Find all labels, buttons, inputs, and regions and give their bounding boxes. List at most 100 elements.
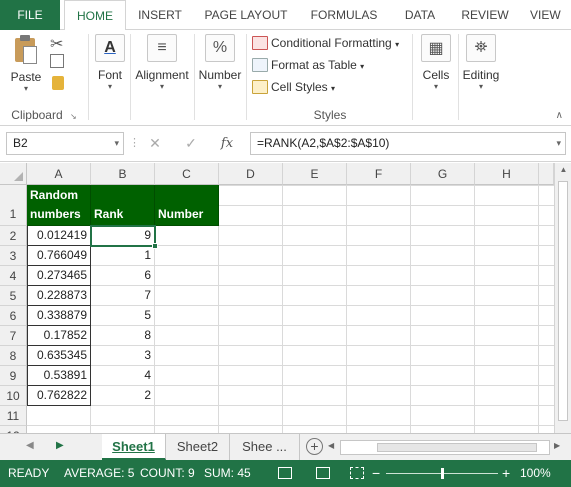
scroll-up-icon[interactable]: ▲ <box>555 165 571 174</box>
row-header-3[interactable]: 3 <box>0 246 27 266</box>
tab-view[interactable]: VIEW <box>524 0 571 30</box>
cell-b3[interactable]: 1 <box>91 246 155 266</box>
column-header-d[interactable]: D <box>219 163 283 185</box>
cell-b9[interactable]: 4 <box>91 366 155 386</box>
column-header-g[interactable]: G <box>411 163 475 185</box>
horizontal-scrollbar[interactable] <box>340 440 550 455</box>
cell-a1[interactable]: Random numbers <box>27 185 91 226</box>
formula-input[interactable]: =RANK(A2,$A$2:$A$10) ▾ <box>250 132 566 155</box>
cell-a2[interactable]: 0.012419 <box>27 226 91 246</box>
editing-button[interactable]: ⛯ Editing ▾ <box>460 34 502 92</box>
cell-c9[interactable] <box>155 366 219 386</box>
next-sheet-icon[interactable]: ▶ <box>56 440 64 451</box>
name-box[interactable]: B2 ▾ <box>6 132 124 155</box>
format-painter-icon[interactable] <box>52 76 64 90</box>
cell-a8[interactable]: 0.635345 <box>27 346 91 366</box>
cell-a10[interactable]: 0.762822 <box>27 386 91 406</box>
font-button[interactable]: A Font ▾ <box>92 34 128 92</box>
cell-b6[interactable]: 5 <box>91 306 155 326</box>
cell-c7[interactable] <box>155 326 219 346</box>
cell-a9[interactable]: 0.53891 <box>27 366 91 386</box>
row-header-6[interactable]: 6 <box>0 306 27 326</box>
number-button[interactable]: % Number ▾ <box>196 34 244 92</box>
cell-a3[interactable]: 0.766049 <box>27 246 91 266</box>
column-header-f[interactable]: F <box>347 163 411 185</box>
dialog-launcher-icon[interactable]: ↘ <box>70 112 77 121</box>
column-header-c[interactable]: C <box>155 163 219 185</box>
row-header-8[interactable]: 8 <box>0 346 27 366</box>
cell-b5[interactable]: 7 <box>91 286 155 306</box>
format-as-table-button[interactable]: Format as Table ▾ <box>252 54 364 76</box>
row-header-7[interactable]: 7 <box>0 326 27 346</box>
prev-sheet-icon[interactable]: ◀ <box>26 440 34 451</box>
column-header-b[interactable]: B <box>91 163 155 185</box>
vertical-scrollbar[interactable]: ▲ <box>554 163 571 433</box>
column-header-e[interactable]: E <box>283 163 347 185</box>
cut-icon[interactable]: ✂ <box>50 34 63 54</box>
row-header-11[interactable]: 11 <box>0 406 27 426</box>
copy-icon[interactable] <box>50 54 64 68</box>
hscroll-left-icon[interactable]: ◀ <box>328 441 334 450</box>
tab-data[interactable]: DATA <box>392 0 448 30</box>
cells-button[interactable]: ▦ Cells ▾ <box>416 34 456 92</box>
row-header-9[interactable]: 9 <box>0 366 27 386</box>
page-break-view-icon[interactable] <box>350 467 364 479</box>
vertical-scroll-thumb[interactable] <box>558 181 568 421</box>
cell-styles-button[interactable]: Cell Styles ▾ <box>252 76 335 98</box>
tab-home[interactable]: HOME <box>64 0 126 31</box>
row-header-2[interactable]: 2 <box>0 226 27 246</box>
sheet-tab-sheet3[interactable]: Shee ... <box>230 434 300 460</box>
zoom-out-icon[interactable]: − <box>372 460 380 487</box>
alignment-button[interactable]: ≡ Alignment ▾ <box>132 34 192 92</box>
tab-insert[interactable]: INSERT <box>128 0 192 30</box>
zoom-in-icon[interactable]: + <box>502 460 510 487</box>
cell-c1[interactable]: Number <box>155 185 219 226</box>
cell-b10[interactable]: 2 <box>91 386 155 406</box>
cancel-icon[interactable]: ✕ <box>144 132 166 155</box>
cell-b7[interactable]: 8 <box>91 326 155 346</box>
cell-c3[interactable] <box>155 246 219 266</box>
cell-b1[interactable]: Rank <box>91 185 155 226</box>
hscroll-right-icon[interactable]: ▶ <box>554 441 560 450</box>
cell-c4[interactable] <box>155 266 219 286</box>
row-header-1[interactable]: 1 <box>0 185 27 226</box>
cell-c10[interactable] <box>155 386 219 406</box>
cell-c6[interactable] <box>155 306 219 326</box>
cell-c2[interactable] <box>155 226 219 246</box>
tab-formulas[interactable]: FORMULAS <box>302 0 386 30</box>
column-header-h[interactable]: H <box>475 163 539 185</box>
column-header-a[interactable]: A <box>27 163 91 185</box>
column-header-partial[interactable] <box>539 163 554 185</box>
page-layout-view-icon[interactable] <box>316 467 330 479</box>
row-header-5[interactable]: 5 <box>0 286 27 306</box>
normal-view-icon[interactable] <box>278 467 292 479</box>
cell-b4[interactable]: 6 <box>91 266 155 286</box>
insert-function-icon[interactable]: fx <box>216 132 238 155</box>
cell-a6[interactable]: 0.338879 <box>27 306 91 326</box>
cell-b8[interactable]: 3 <box>91 346 155 366</box>
paste-button[interactable]: Paste ▾ <box>6 34 46 94</box>
cell-c5[interactable] <box>155 286 219 306</box>
row-header-12[interactable]: 12 <box>0 426 27 433</box>
collapse-ribbon-icon[interactable]: ∧ <box>556 110 563 121</box>
cell-a4[interactable]: 0.273465 <box>27 266 91 286</box>
add-sheet-icon[interactable]: + <box>306 438 323 455</box>
tab-file[interactable]: FILE <box>0 0 60 30</box>
sheet-tab-sheet2[interactable]: Sheet2 <box>166 434 230 460</box>
cell-c8[interactable] <box>155 346 219 366</box>
row-header-10[interactable]: 10 <box>0 386 27 406</box>
tab-review[interactable]: REVIEW <box>452 0 518 30</box>
cell-a7[interactable]: 0.17852 <box>27 326 91 346</box>
cell-b2[interactable]: 9 <box>91 226 155 246</box>
sheet-tab-sheet1[interactable]: Sheet1 <box>102 434 166 460</box>
zoom-slider-thumb[interactable] <box>441 468 444 479</box>
chevron-down-icon[interactable]: ▾ <box>556 133 561 154</box>
cell-a5[interactable]: 0.228873 <box>27 286 91 306</box>
select-all-corner[interactable] <box>0 163 27 185</box>
horizontal-scroll-thumb[interactable] <box>377 443 537 452</box>
fill-handle[interactable] <box>152 243 158 249</box>
conditional-formatting-button[interactable]: Conditional Formatting ▾ <box>252 32 399 54</box>
zoom-level[interactable]: 100% <box>520 460 551 487</box>
enter-icon[interactable]: ✓ <box>180 132 202 155</box>
row-header-4[interactable]: 4 <box>0 266 27 286</box>
